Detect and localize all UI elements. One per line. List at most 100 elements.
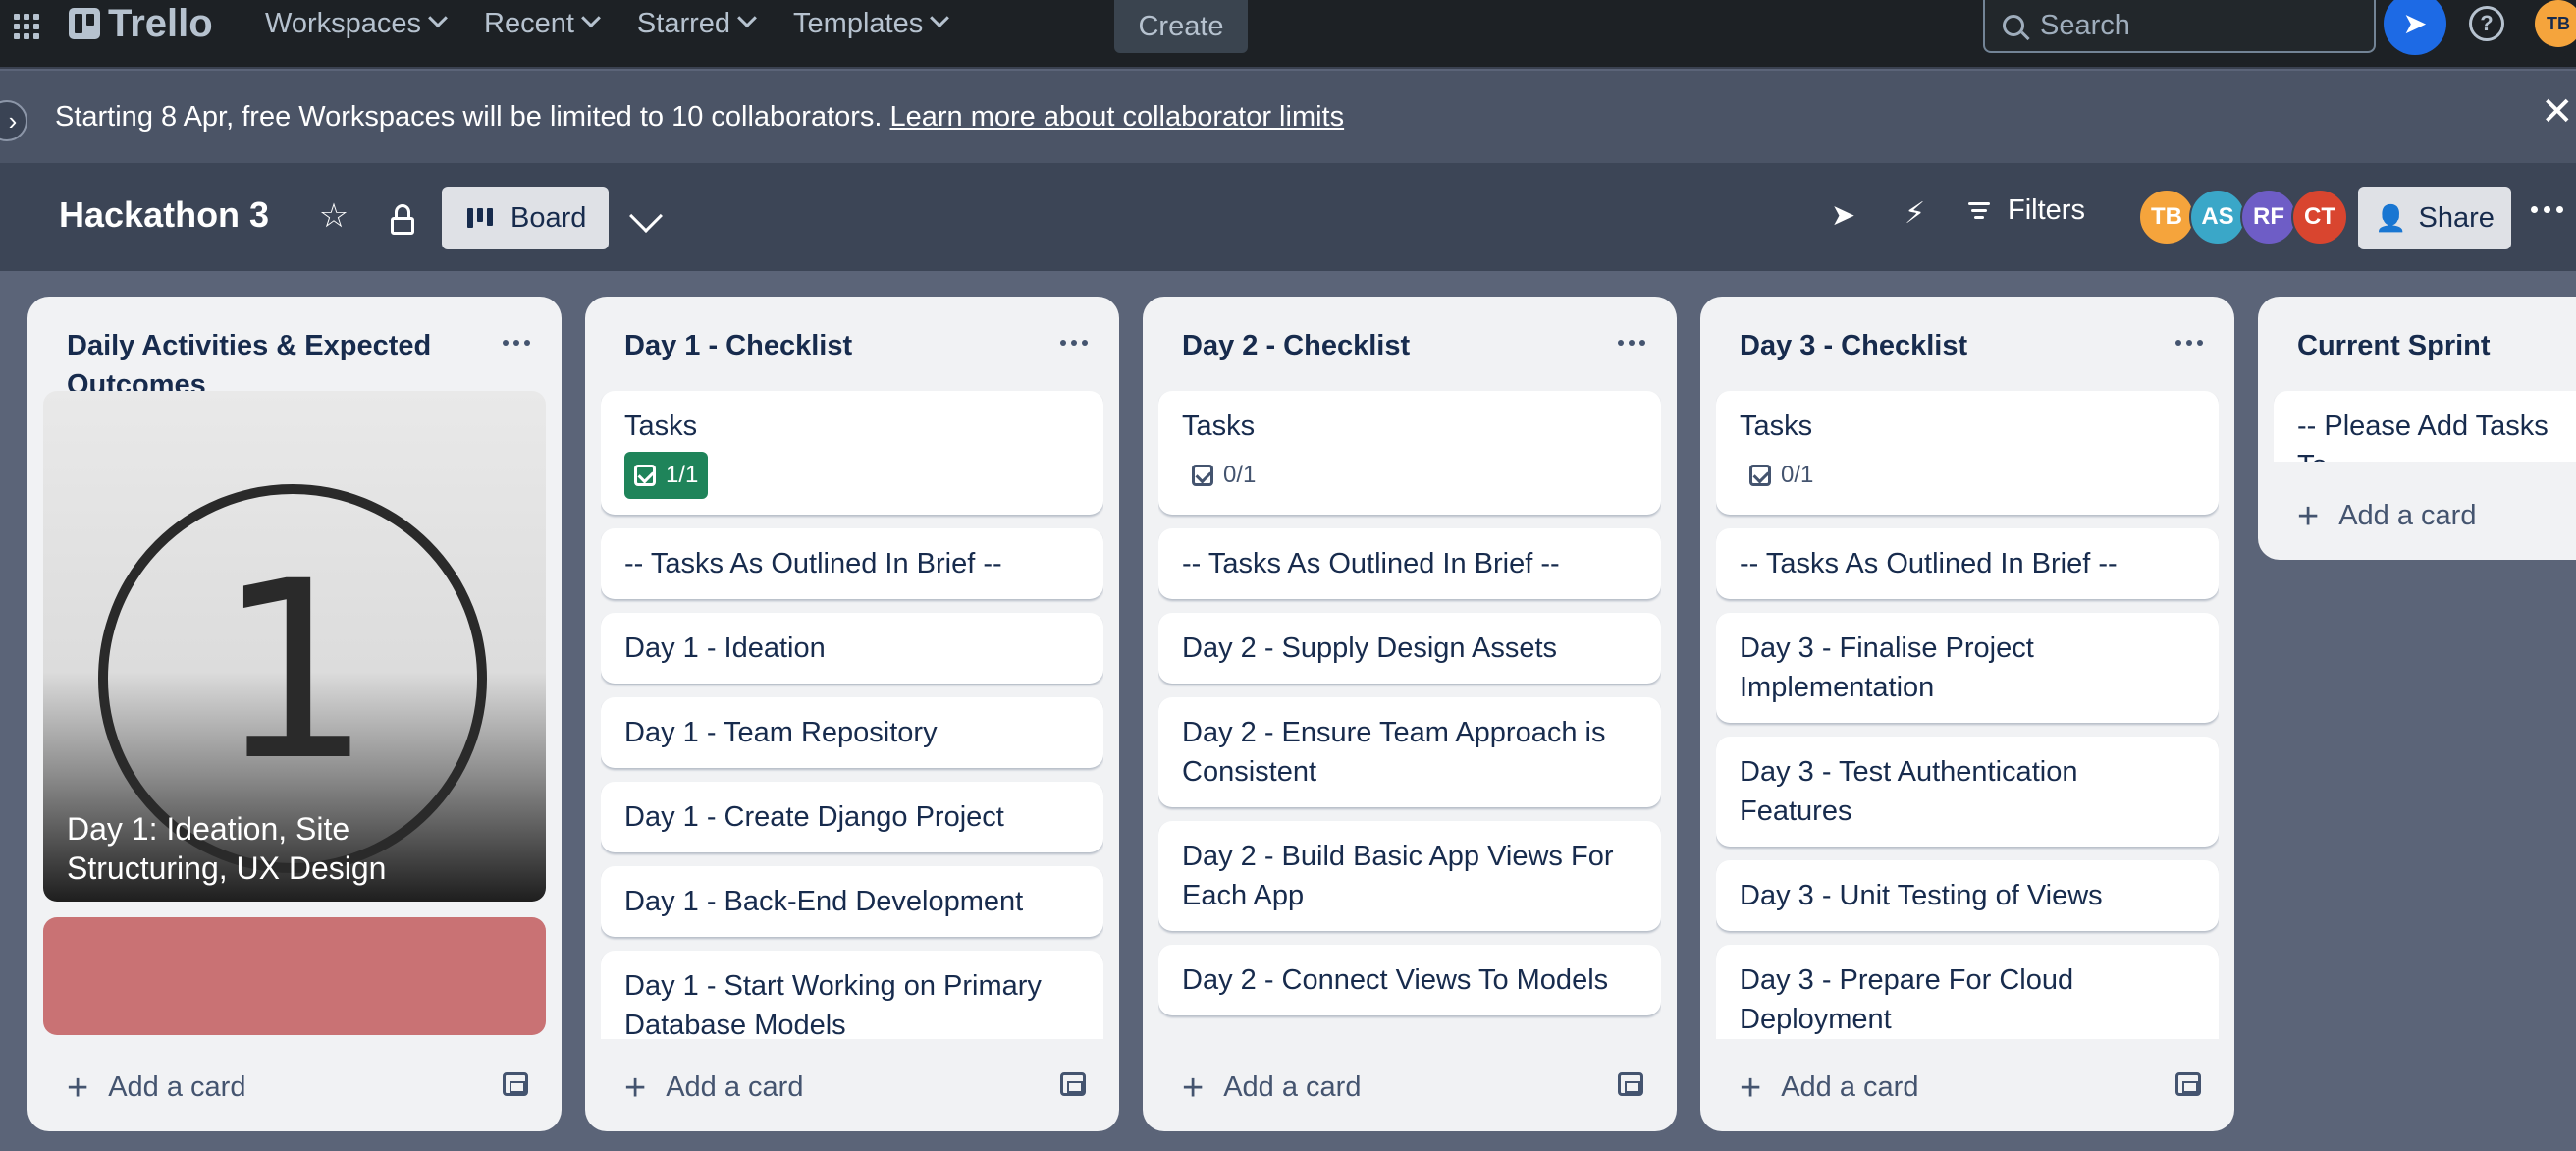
list-title[interactable]: Day 1 - Checklist [624,326,1037,365]
list-current-sprint: Current Sprint -- Please Add Tasks To + A… [2258,297,2576,560]
rocket-icon[interactable]: ➤ [2384,0,2446,55]
board-title[interactable]: Hackathon 3 [59,194,269,236]
add-card-label: Add a card [1223,1071,1362,1103]
nav-templates[interactable]: Templates [774,0,966,47]
filters-button[interactable]: Filters [1968,194,2085,227]
list-menu-icon[interactable] [1060,340,1088,346]
nav-starred[interactable]: Starred [617,0,774,47]
add-card-button[interactable]: + Add a card [624,1069,804,1107]
card[interactable]: Day 2 - Build Basic App Views For Each A… [1158,821,1661,931]
user-avatar[interactable]: TB [2535,0,2576,47]
card[interactable]: Day 3 - Test Authentication Features [1716,737,2219,847]
list-daily-activities: Daily Activities & Expected Outcomes 1 D… [27,297,562,1131]
card-template-icon[interactable] [2175,1072,2201,1096]
card[interactable]: Day 1 - Create Django Project [601,782,1103,852]
list-day-2-checklist: Day 2 - Checklist Tasks 0/1 -- Tasks As … [1143,297,1677,1131]
card[interactable]: Day 3 - Prepare For Cloud Deployment [1716,945,2219,1039]
list-title[interactable]: Day 2 - Checklist [1182,326,1594,365]
board-view-button[interactable]: Board [442,187,609,249]
help-icon[interactable]: ? [2469,6,2504,41]
checklist-count: 0/1 [1223,462,1257,488]
add-card-button[interactable]: + Add a card [1182,1069,1362,1107]
card[interactable]: Day 1 - Back-End Development [601,866,1103,937]
search-placeholder: Search [2040,9,2130,41]
tasks-card[interactable]: Tasks 1/1 [601,391,1103,515]
add-member-icon: 👤 [2375,202,2407,233]
board-members: TB AS RF CT [2138,189,2348,246]
filter-icon [1968,202,1990,219]
card[interactable]: -- Tasks As Outlined In Brief -- [1158,528,1661,599]
app-switcher-icon[interactable] [8,8,41,41]
nav-templates-label: Templates [793,7,924,39]
nav-recent[interactable]: Recent [464,0,617,47]
list-menu-icon[interactable] [2175,340,2203,346]
checklist-badge: 0/1 [1182,452,1265,499]
card-template-icon[interactable] [503,1072,528,1096]
share-button[interactable]: 👤 Share [2358,187,2511,249]
card[interactable]: Day 1 - Team Repository [601,697,1103,768]
add-card-button[interactable]: + Add a card [67,1069,246,1107]
card-container: 1 Day 1: Ideation, Site Structuring, UX … [43,391,546,1039]
card[interactable]: -- Tasks As Outlined In Brief -- [1716,528,2219,599]
board-view-label: Board [510,201,587,234]
card[interactable]: Day 2 - Connect Views To Models [1158,945,1661,1015]
list-title[interactable]: Current Sprint [2297,326,2572,365]
chevron-down-icon [737,8,757,28]
add-card-button[interactable]: + Add a card [2297,495,2476,537]
plus-icon: + [2297,495,2320,537]
add-card-label: Add a card [666,1071,804,1103]
card[interactable]: -- Please Add Tasks To [2274,391,2576,462]
nav-workspaces[interactable]: Workspaces [245,0,464,47]
card-template-icon[interactable] [1618,1072,1643,1096]
send-icon[interactable]: ➤ [1831,198,1855,233]
card-title: Day 1: Ideation, Site Structuring, UX De… [67,811,387,886]
tasks-card[interactable]: Tasks 0/1 [1158,391,1661,515]
member-avatar[interactable]: TB [2138,189,2195,246]
nav-recent-label: Recent [484,7,574,39]
list-title[interactable]: Day 3 - Checklist [1740,326,2152,365]
card[interactable]: -- Tasks As Outlined In Brief -- [601,528,1103,599]
search-input[interactable]: Search [1983,0,2376,53]
search-icon [2003,15,2024,36]
card-container: Tasks 1/1 -- Tasks As Outlined In Brief … [601,391,1103,1039]
checklist-count: 0/1 [1781,462,1814,488]
member-avatar[interactable]: AS [2189,189,2246,246]
add-card-label: Add a card [108,1071,246,1103]
card[interactable]: Day 2 - Ensure Team Approach is Consiste… [1158,697,1661,807]
member-avatar[interactable]: CT [2291,189,2348,246]
nav-starred-label: Starred [636,7,731,39]
more-options-icon[interactable] [2531,206,2563,213]
trello-logo[interactable]: Trello [69,0,213,47]
cover-card[interactable]: 1 Day 1: Ideation, Site Structuring, UX … [43,391,546,902]
banner-link[interactable]: Learn more about collaborator limits [889,101,1344,134]
top-navigation: Trello Workspaces Recent Starred Templat… [0,0,2576,69]
card[interactable]: Day 3 - Finalise Project Implementation [1716,613,2219,723]
member-avatar[interactable]: RF [2240,189,2297,246]
close-icon[interactable]: ✕ [2541,92,2576,132]
checklist-count: 1/1 [666,462,699,488]
create-button[interactable]: Create [1114,0,1248,53]
star-icon[interactable]: ☆ [314,196,353,236]
card[interactable]: Day 3 - Unit Testing of Views [1716,860,2219,931]
lock-icon[interactable] [385,202,420,238]
card[interactable]: Day 2 - Supply Design Assets [1158,613,1661,684]
list-menu-icon[interactable] [1618,340,1645,346]
nav-workspaces-label: Workspaces [265,7,422,39]
automation-icon[interactable]: ⚡ [1905,196,1925,231]
list-day-1-checklist: Day 1 - Checklist Tasks 1/1 -- Tasks As … [585,297,1119,1131]
checklist-badge: 1/1 [624,452,709,499]
card-container: Tasks 0/1 -- Tasks As Outlined In Brief … [1716,391,2219,1039]
card-template-icon[interactable] [1060,1072,1086,1096]
checklist-icon [634,465,656,486]
tasks-card[interactable]: Tasks 0/1 [1716,391,2219,515]
list-menu-icon[interactable] [503,340,530,346]
add-card-button[interactable]: + Add a card [1740,1069,1918,1107]
checklist-badge: 0/1 [1740,452,1823,499]
card[interactable]: Day 1 - Ideation [601,613,1103,684]
card-title: Tasks [1740,411,1813,442]
card[interactable]: Day 1 - Start Working on Primary Databas… [601,951,1103,1039]
share-label: Share [2418,201,2495,234]
cover-card[interactable] [43,917,546,1035]
filters-label: Filters [2008,194,2085,226]
card-title: Tasks [624,411,698,442]
